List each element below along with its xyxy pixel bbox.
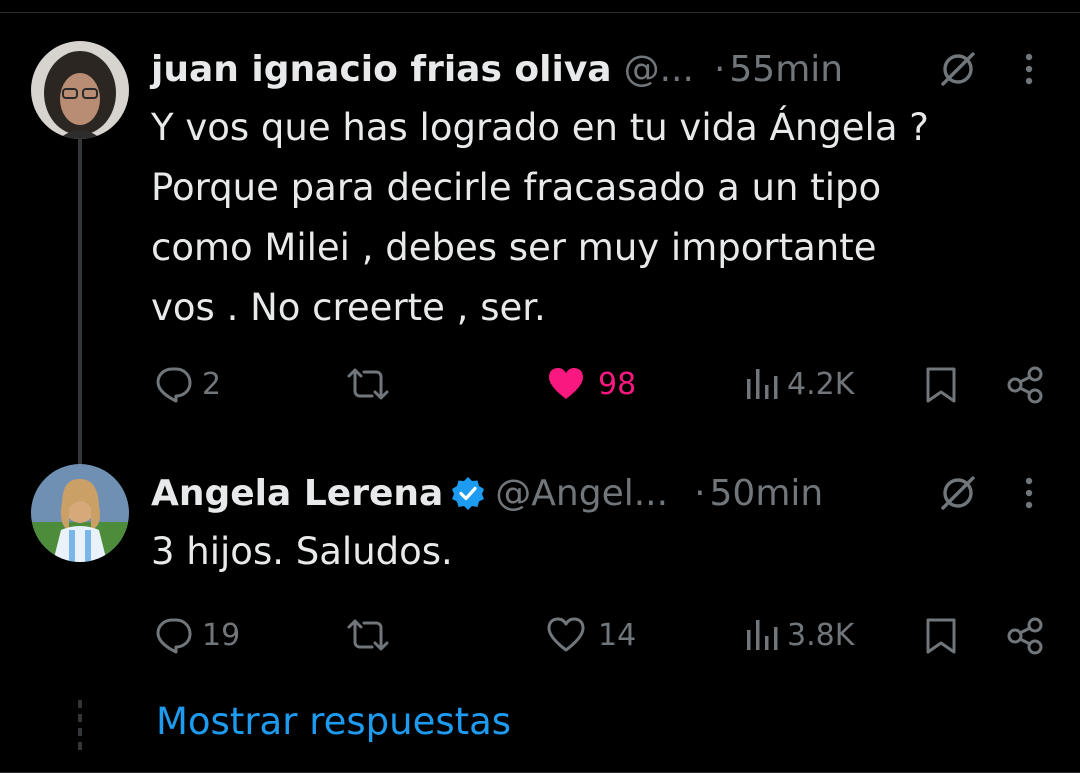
bookmark-icon[interactable]	[924, 617, 958, 655]
views-count: 3.8K	[787, 617, 855, 653]
reply-button[interactable]: 19	[154, 616, 240, 654]
grok-icon[interactable]	[938, 473, 978, 513]
tweet-header: juan ignacio frias oliva @... · 55min	[151, 39, 843, 99]
views-button[interactable]: 3.8K	[745, 616, 854, 654]
separator-dot: ·	[713, 48, 726, 90]
top-divider	[0, 0, 1080, 13]
show-replies-link[interactable]: Mostrar respuestas	[156, 700, 511, 743]
timestamp[interactable]: 50min	[710, 473, 824, 514]
more-icon[interactable]	[1024, 52, 1034, 86]
avatar[interactable]	[31, 41, 129, 139]
tweet-text-line: 3 hijos. Saludos.	[151, 530, 453, 573]
bookmark-icon[interactable]	[924, 366, 958, 404]
like-icon	[547, 617, 585, 652]
avatar-juan-image	[31, 41, 129, 139]
tweet-text-line: Y vos que has logrado en tu vida Ángela …	[151, 106, 929, 149]
reply-count: 2	[202, 366, 222, 402]
views-button[interactable]: 4.2K	[745, 365, 854, 403]
reply-icon	[156, 618, 192, 654]
tweet-text-line: vos . No creerte , ser.	[151, 286, 546, 329]
views-icon	[747, 620, 778, 650]
author-handle[interactable]: @...	[624, 49, 694, 90]
reply-count: 19	[202, 617, 241, 653]
avatar[interactable]	[31, 464, 129, 562]
tweet-text-line: Porque para decirle fracasado a un tipo	[151, 166, 882, 209]
repost-button[interactable]	[345, 365, 399, 403]
thread-connector-line	[78, 138, 82, 468]
reply-icon	[156, 367, 192, 403]
repost-icon	[347, 619, 389, 651]
author-name[interactable]: Angela Lerena	[151, 473, 443, 514]
timestamp[interactable]: 55min	[729, 49, 843, 90]
tweet-text-line: como Milei , debes ser muy importante	[151, 226, 877, 269]
thread-continuation-dots	[78, 700, 82, 752]
tweet-text: 3 hijos. Saludos.	[151, 522, 1031, 582]
reply-button[interactable]: 2	[154, 365, 221, 403]
tweet-header: Angela Lerena @Angel... · 50min	[151, 463, 823, 523]
views-icon	[747, 369, 778, 399]
like-button[interactable]: 98	[546, 365, 636, 403]
tweet-text: Y vos que has logrado en tu vida Ángela …	[151, 98, 1031, 338]
views-count: 4.2K	[787, 366, 855, 402]
share-icon[interactable]	[1006, 617, 1046, 655]
author-name[interactable]: juan ignacio frias oliva	[151, 49, 612, 90]
verified-badge-icon[interactable]	[451, 476, 485, 510]
like-count: 14	[598, 617, 637, 653]
share-icon[interactable]	[1006, 366, 1046, 404]
repost-button[interactable]	[345, 616, 399, 654]
avatar-angela-image	[31, 464, 129, 562]
more-icon[interactable]	[1024, 476, 1034, 510]
grok-icon[interactable]	[938, 49, 978, 89]
like-icon	[549, 368, 583, 399]
like-count: 98	[598, 366, 637, 402]
separator-dot: ·	[694, 472, 706, 514]
author-handle[interactable]: @Angel...	[495, 473, 668, 514]
repost-icon	[347, 368, 389, 400]
like-button[interactable]: 14	[546, 616, 636, 654]
